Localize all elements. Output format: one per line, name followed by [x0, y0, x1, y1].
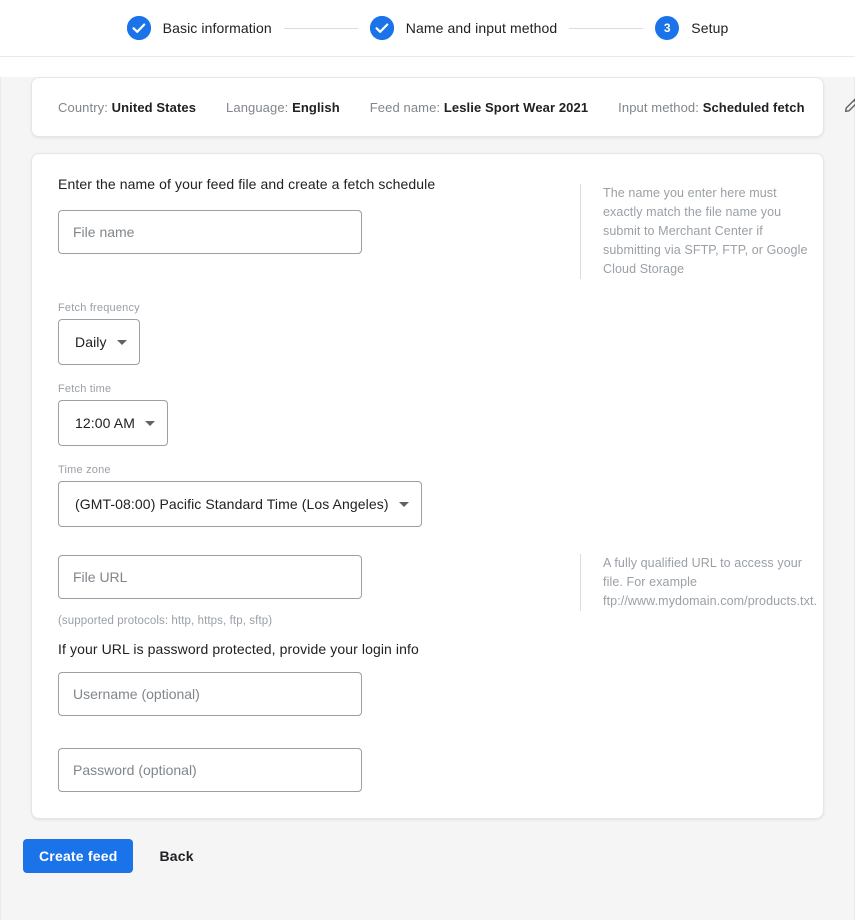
edit-summary-button[interactable]	[835, 90, 855, 124]
step-setup-label: Setup	[691, 20, 729, 36]
step-number: 3	[663, 21, 671, 35]
back-button[interactable]: Back	[145, 839, 207, 873]
stepper-connector-1	[283, 27, 358, 29]
password-input[interactable]	[58, 748, 362, 792]
time-zone-label: Time zone	[58, 464, 111, 476]
summary-item-feed-name: Feed name: Leslie Sport Wear 2021	[370, 100, 588, 115]
summary-country-label: Country:	[58, 99, 108, 115]
check-circle-icon	[369, 16, 394, 40]
step-basic-information-label: Basic information	[162, 20, 272, 36]
summary-item-input-method: Input method: Scheduled fetch	[618, 100, 804, 115]
summary-feed-name-label: Feed name:	[369, 99, 441, 115]
step-name-and-input-method[interactable]: Name and input method	[369, 16, 558, 40]
file-url-note: A fully qualified URL to access your fil…	[580, 554, 817, 611]
step-number-badge: 3	[655, 16, 680, 40]
form-section-title: Enter the name of your feed file and cre…	[58, 176, 436, 192]
fetch-frequency-select[interactable]: Daily	[58, 319, 140, 365]
pencil-icon	[842, 95, 855, 120]
feed-setup-form-card: Enter the name of your feed file and cre…	[31, 153, 824, 819]
chevron-down-icon	[398, 501, 409, 507]
fetch-time-label: Fetch time	[58, 383, 112, 395]
fetch-frequency-value: Daily	[75, 334, 107, 350]
form-notes-column: The name you enter here must exactly mat…	[570, 176, 817, 792]
summary-country-value: United States	[111, 99, 197, 115]
summary-item-country: Country: United States	[58, 100, 196, 115]
file-name-input[interactable]	[58, 210, 362, 254]
chevron-down-icon	[144, 420, 155, 426]
summary-input-method-label: Input method:	[618, 99, 699, 115]
summary-language-label: Language:	[226, 99, 289, 115]
step-name-and-input-method-label: Name and input method	[405, 20, 558, 36]
feed-setup-page: Basic information Name and input method …	[0, 0, 855, 920]
time-zone-value: (GMT-08:00) Pacific Standard Time (Los A…	[75, 496, 389, 512]
feed-summary-bar: Country: United States Language: English…	[31, 77, 855, 137]
file-url-input[interactable]	[58, 555, 362, 599]
summary-language-value: English	[292, 99, 340, 115]
step-basic-information[interactable]: Basic information	[126, 16, 272, 40]
file-name-note: The name you enter here must exactly mat…	[580, 184, 812, 279]
check-circle-icon	[126, 16, 151, 40]
feed-summary-items: Country: United States Language: English…	[58, 100, 835, 115]
fetch-frequency-label: Fetch frequency	[58, 302, 140, 314]
fetch-time-select[interactable]: 12:00 AM	[58, 400, 168, 446]
stepper-connector-2	[569, 27, 644, 29]
form-fields-column: Enter the name of your feed file and cre…	[58, 176, 570, 792]
time-zone-select[interactable]: (GMT-08:00) Pacific Standard Time (Los A…	[58, 481, 422, 527]
summary-item-language: Language: English	[226, 100, 340, 115]
login-info-title: If your URL is password protected, provi…	[58, 641, 419, 657]
supported-protocols-hint: (supported protocols: http, https, ftp, …	[58, 615, 273, 627]
wizard-stepper: Basic information Name and input method …	[0, 0, 855, 57]
fetch-time-value: 12:00 AM	[75, 415, 135, 431]
username-input[interactable]	[58, 672, 362, 716]
page-content: Country: United States Language: English…	[0, 77, 855, 920]
summary-feed-name-value: Leslie Sport Wear 2021	[443, 99, 589, 115]
chevron-down-icon	[116, 339, 127, 345]
form-actions: Create feed Back	[23, 839, 854, 873]
summary-input-method-value: Scheduled fetch	[702, 99, 805, 115]
step-setup[interactable]: 3 Setup	[655, 16, 728, 40]
create-feed-button[interactable]: Create feed	[23, 839, 134, 873]
